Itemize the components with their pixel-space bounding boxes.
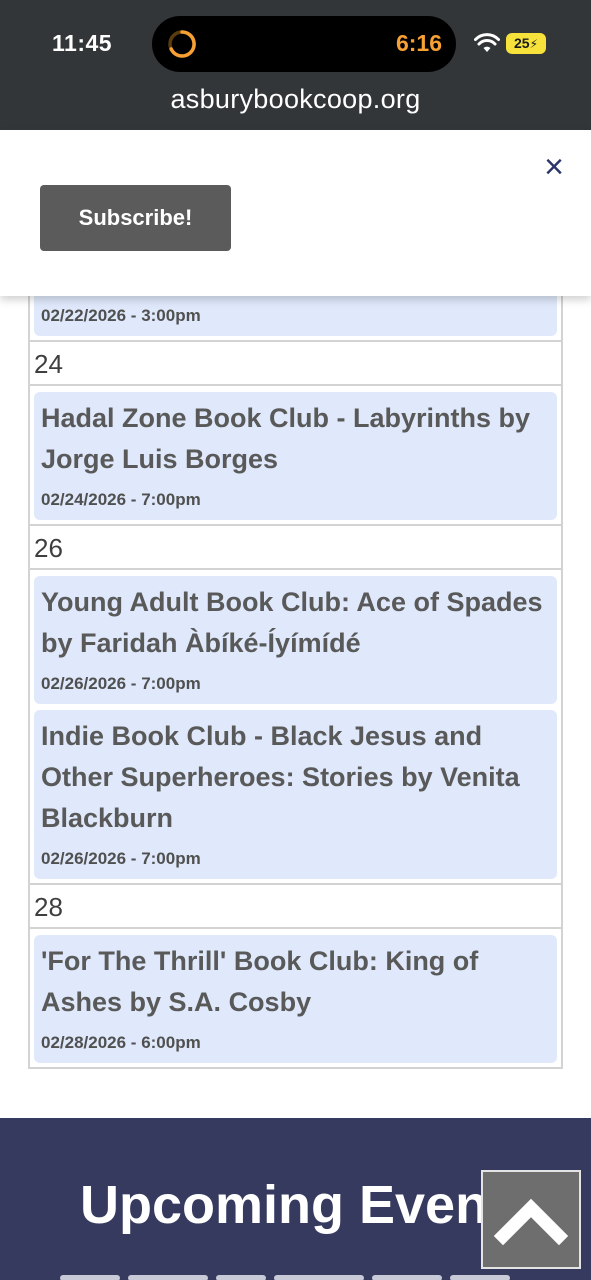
subscribe-banner: Subscribe! × [0,130,591,296]
close-icon[interactable]: × [539,150,569,184]
timer-icon [168,30,196,58]
calendar-cell-day-26: 26 Young Adult Book Club: Ace of Spades … [30,526,561,885]
event-card[interactable]: 'For The Thrill' Book Club: King of Ashe… [34,935,557,1063]
event-date: 02/28/2026 - 6:00pm [41,1033,201,1052]
event-card[interactable]: Indie Book Club - Black Jesus and Other … [34,710,557,879]
event-date: 02/24/2026 - 7:00pm [41,490,201,509]
page: 11:45 6:16 25⚡ asburybookcoop.org Subscr… [0,0,591,1280]
section-title: Upcoming Events [80,1175,537,1235]
scroll-to-top-button[interactable] [481,1170,581,1269]
event-title[interactable]: 'For The Thrill' Book Club: King of Ashe… [41,941,551,1023]
event-date: 02/26/2026 - 7:00pm [41,674,201,693]
section-subtitle-cutoff [60,1268,530,1280]
dynamic-island: 6:16 [152,16,456,72]
calendar-cell-day-28: 28 'For The Thrill' Book Club: King of A… [30,885,561,1069]
event-card[interactable]: Young Adult Book Club: Ace of Spades by … [34,576,557,704]
battery-bolt-icon: ⚡ [529,37,538,51]
battery-level: 25 [513,35,530,51]
event-date: 02/26/2026 - 7:00pm [41,849,201,868]
event-title[interactable]: Hadal Zone Book Club - Labyrinths by Jor… [41,398,551,480]
event-title[interactable]: Young Adult Book Club: Ace of Spades by … [41,582,551,664]
day-number: 24 [30,342,561,386]
wifi-icon [474,33,500,52]
calendar-cell-day-24: 24 Hadal Zone Book Club - Labyrinths by … [30,342,561,526]
day-number: 28 [30,885,561,929]
event-card[interactable]: Hadal Zone Book Club - Labyrinths by Jor… [34,392,557,520]
subscribe-button[interactable]: Subscribe! [40,185,231,251]
events-calendar-list: 02/22/2026 - 3:00pm 24 Hadal Zone Book C… [28,284,563,1069]
url-bar[interactable]: asburybookcoop.org [0,84,591,115]
day-number: 26 [30,526,561,570]
chevron-up-icon [493,1198,569,1246]
event-date: 02/22/2026 - 3:00pm [41,306,201,325]
browser-status-bar: 11:45 6:16 25⚡ asburybookcoop.org [0,0,591,130]
timer-readout: 6:16 [395,30,442,56]
event-title[interactable]: Indie Book Club - Black Jesus and Other … [41,716,551,839]
status-time: 11:45 [52,30,113,56]
battery-indicator: 25⚡ [506,33,546,54]
